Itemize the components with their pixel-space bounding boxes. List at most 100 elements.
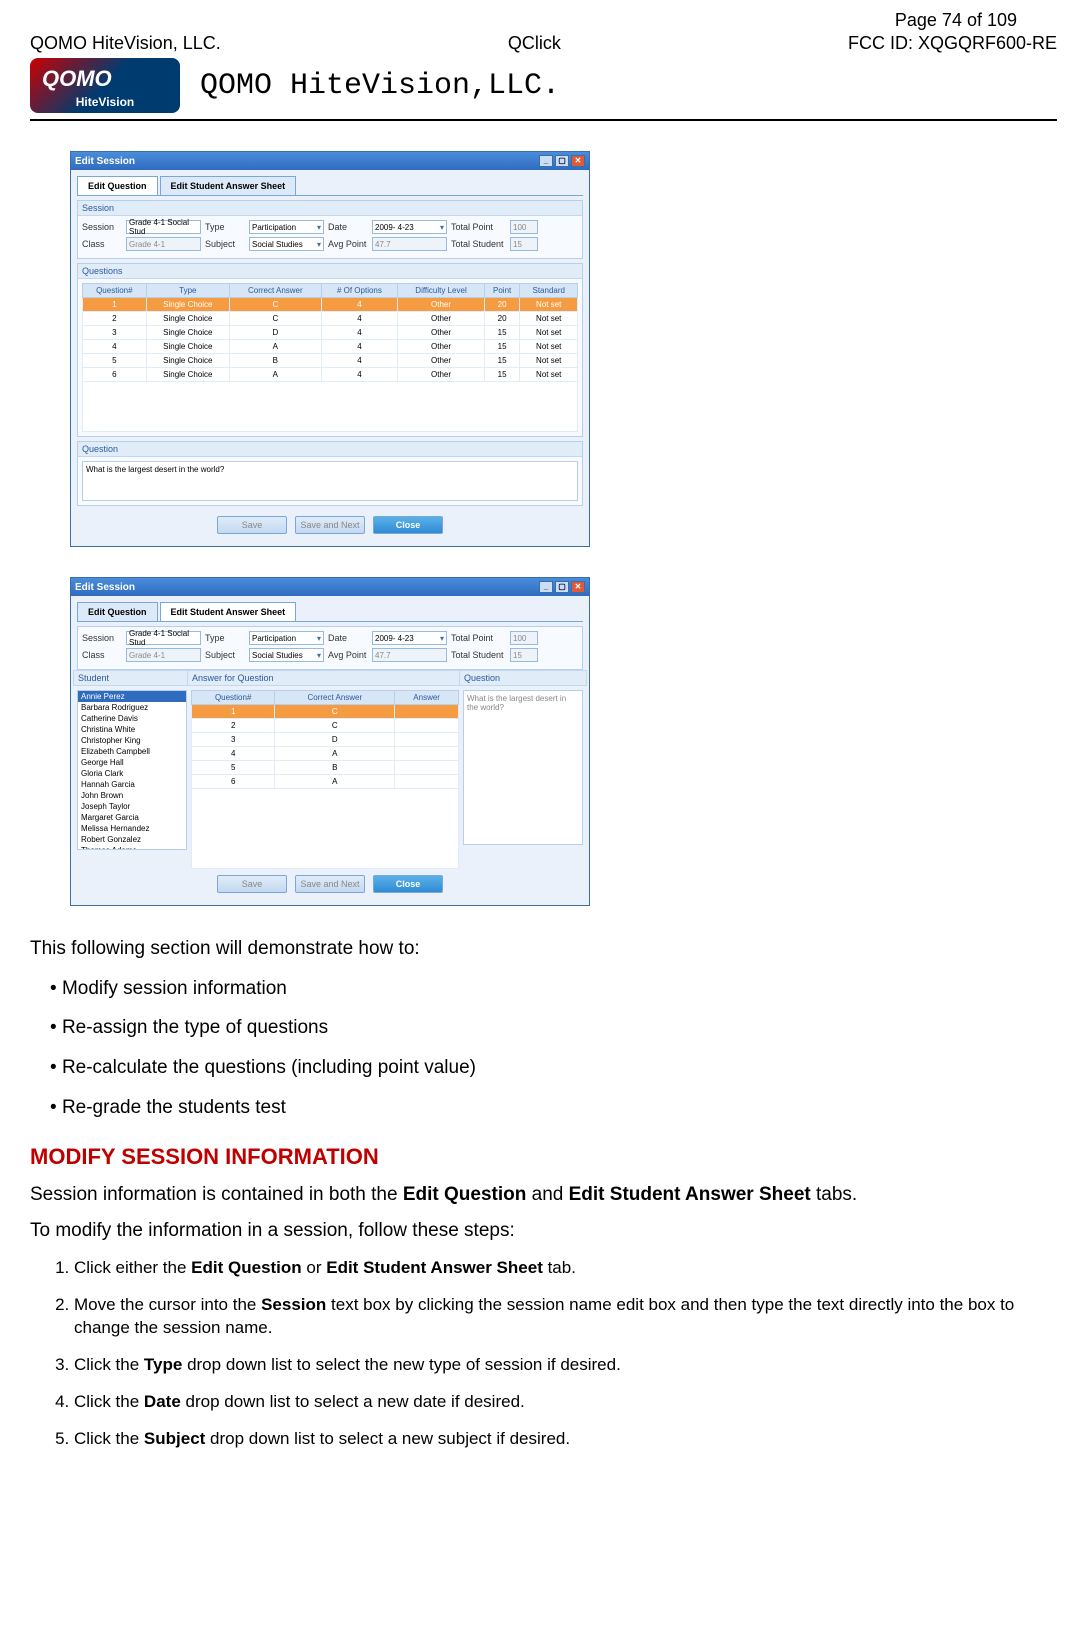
dialog-title: Edit Session	[75, 156, 135, 167]
subject-label: Subject	[205, 650, 245, 660]
table-row[interactable]: 4A	[192, 747, 459, 761]
type-dropdown[interactable]: Participation	[249, 220, 324, 234]
question-preview: What is the largest desert in the world?	[463, 690, 583, 845]
subject-label: Subject	[205, 239, 245, 249]
class-value: Grade 4-1	[126, 237, 201, 251]
save-next-button[interactable]: Save and Next	[295, 875, 365, 893]
question-preview-title: Question	[78, 442, 582, 457]
list-item[interactable]: George Hall	[78, 757, 186, 768]
close-icon[interactable]: ✕	[571, 155, 585, 167]
list-item[interactable]: Joseph Taylor	[78, 801, 186, 812]
table-row[interactable]: 2C	[192, 719, 459, 733]
class-value: Grade 4-1	[126, 648, 201, 662]
table-row[interactable]: 6A	[192, 775, 459, 789]
list-item[interactable]: Gloria Clark	[78, 768, 186, 779]
qomo-logo: HiteVision	[30, 58, 180, 113]
list-item[interactable]: Barbara Rodriguez	[78, 702, 186, 713]
type-label: Type	[205, 222, 245, 232]
minimize-icon[interactable]: _	[539, 155, 553, 167]
dialog-title: Edit Session	[75, 582, 135, 593]
table-row[interactable]: 4Single ChoiceA4Other15Not set	[83, 340, 578, 354]
brand-title: QOMO HiteVision,LLC.	[200, 69, 560, 103]
col-header: Difficulty Level	[398, 284, 485, 298]
page-number: Page 74 of 109	[30, 10, 1057, 31]
table-row[interactable]: 3D	[192, 733, 459, 747]
totalstudent-value: 15	[510, 648, 538, 662]
tab-edit-answer-sheet[interactable]: Edit Student Answer Sheet	[160, 176, 297, 195]
close-button[interactable]: Close	[373, 875, 443, 893]
table-row[interactable]: 5Single ChoiceB4Other15Not set	[83, 354, 578, 368]
date-label: Date	[328, 222, 368, 232]
question-header: Question	[459, 670, 587, 686]
list-item[interactable]: Elizabeth Campbell	[78, 746, 186, 757]
col-header: Point	[484, 284, 520, 298]
subject-dropdown[interactable]: Social Studies	[249, 237, 324, 251]
totalpoint-value: 100	[510, 220, 538, 234]
list-item[interactable]: Christina White	[78, 724, 186, 735]
table-row[interactable]: 1C	[192, 705, 459, 719]
list-item[interactable]: Hannah Garcia	[78, 779, 186, 790]
list-item[interactable]: Thomas Adams	[78, 845, 186, 850]
header-right: FCC ID: XQGQRF600-RE	[848, 33, 1057, 54]
col-header: Question#	[83, 284, 147, 298]
table-row[interactable]: 5B	[192, 761, 459, 775]
bullet-item: Re-assign the type of questions	[50, 1015, 1057, 1041]
maximize-icon[interactable]: ▢	[555, 155, 569, 167]
header-left: QOMO HiteVision, LLC.	[30, 33, 221, 54]
type-dropdown[interactable]: Participation	[249, 631, 324, 645]
answer-header: Answer for Question	[187, 670, 463, 686]
table-row[interactable]: 6Single ChoiceA4Other15Not set	[83, 368, 578, 382]
maximize-icon[interactable]: ▢	[555, 581, 569, 593]
col-header: # Of Options	[321, 284, 398, 298]
save-next-button[interactable]: Save and Next	[295, 516, 365, 534]
list-item[interactable]: Annie Perez	[78, 691, 186, 702]
tab-edit-answer-sheet[interactable]: Edit Student Answer Sheet	[160, 602, 297, 621]
col-header: Question#	[192, 691, 275, 705]
student-list[interactable]: Annie PerezBarbara RodriguezCatherine Da…	[77, 690, 187, 850]
save-button[interactable]: Save	[217, 516, 287, 534]
avg-value: 47.7	[372, 237, 447, 251]
minimize-icon[interactable]: _	[539, 581, 553, 593]
student-header: Student	[73, 670, 191, 686]
section-p2: To modify the information in a session, …	[30, 1218, 1057, 1244]
session-input[interactable]: Grade 4-1 Social Stud	[126, 631, 201, 645]
tab-edit-question[interactable]: Edit Question	[77, 602, 158, 621]
close-icon[interactable]: ✕	[571, 581, 585, 593]
date-dropdown[interactable]: 2009- 4-23	[372, 631, 447, 645]
totalstudent-label: Total Student	[451, 650, 506, 660]
date-dropdown[interactable]: 2009- 4-23	[372, 220, 447, 234]
type-label: Type	[205, 633, 245, 643]
session-group-title: Session	[78, 201, 582, 216]
list-item[interactable]: Christopher King	[78, 735, 186, 746]
save-button[interactable]: Save	[217, 875, 287, 893]
bullet-item: Modify session information	[50, 976, 1057, 1002]
table-row[interactable]: 3Single ChoiceD4Other15Not set	[83, 326, 578, 340]
questions-group-title: Questions	[78, 264, 582, 279]
list-item[interactable]: Melissa Hernandez	[78, 823, 186, 834]
step-item: Click the Subject drop down list to sele…	[74, 1428, 1057, 1451]
list-item[interactable]: Robert Gonzalez	[78, 834, 186, 845]
date-label: Date	[328, 633, 368, 643]
table-row[interactable]: 1Single ChoiceC4Other20Not set	[83, 298, 578, 312]
class-label: Class	[82, 650, 122, 660]
question-text-box[interactable]: What is the largest desert in the world?	[82, 461, 578, 501]
table-row[interactable]: 2Single ChoiceC4Other20Not set	[83, 312, 578, 326]
col-header: Correct Answer	[275, 691, 395, 705]
col-header: Standard	[520, 284, 578, 298]
list-item[interactable]: Catherine Davis	[78, 713, 186, 724]
avg-label: Avg Point	[328, 650, 368, 660]
section-heading: MODIFY SESSION INFORMATION	[30, 1142, 1057, 1172]
list-item[interactable]: Margaret Garcia	[78, 812, 186, 823]
session-input[interactable]: Grade 4-1 Social Stud	[126, 220, 201, 234]
close-button[interactable]: Close	[373, 516, 443, 534]
tab-edit-question[interactable]: Edit Question	[77, 176, 158, 195]
list-item[interactable]: John Brown	[78, 790, 186, 801]
totalpoint-value: 100	[510, 631, 538, 645]
col-header: Type	[146, 284, 229, 298]
intro-text: This following section will demonstrate …	[30, 936, 1057, 962]
subject-dropdown[interactable]: Social Studies	[249, 648, 324, 662]
bullet-item: Re-calculate the questions (including po…	[50, 1055, 1057, 1081]
edit-session-dialog-2: Edit Session _ ▢ ✕ Edit Question Edit St…	[70, 577, 590, 906]
col-header: Correct Answer	[230, 284, 322, 298]
step-item: Click the Type drop down list to select …	[74, 1354, 1057, 1377]
